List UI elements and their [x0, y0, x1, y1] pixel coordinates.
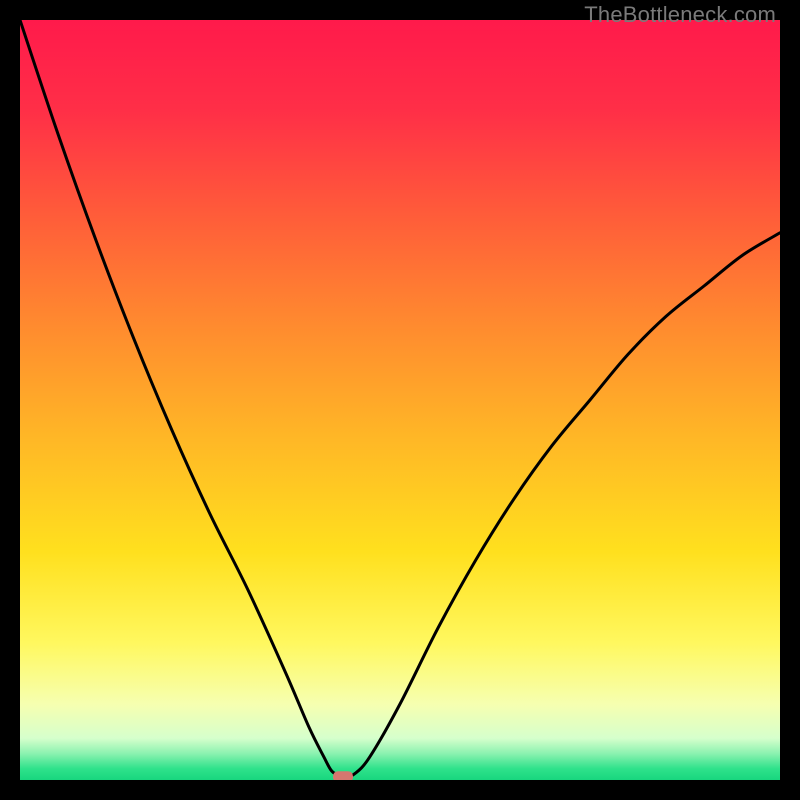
chart-svg	[20, 20, 780, 780]
chart-frame	[20, 20, 780, 780]
optimum-marker	[333, 771, 353, 780]
heatmap-background	[20, 20, 780, 780]
watermark-text: TheBottleneck.com	[584, 2, 776, 28]
